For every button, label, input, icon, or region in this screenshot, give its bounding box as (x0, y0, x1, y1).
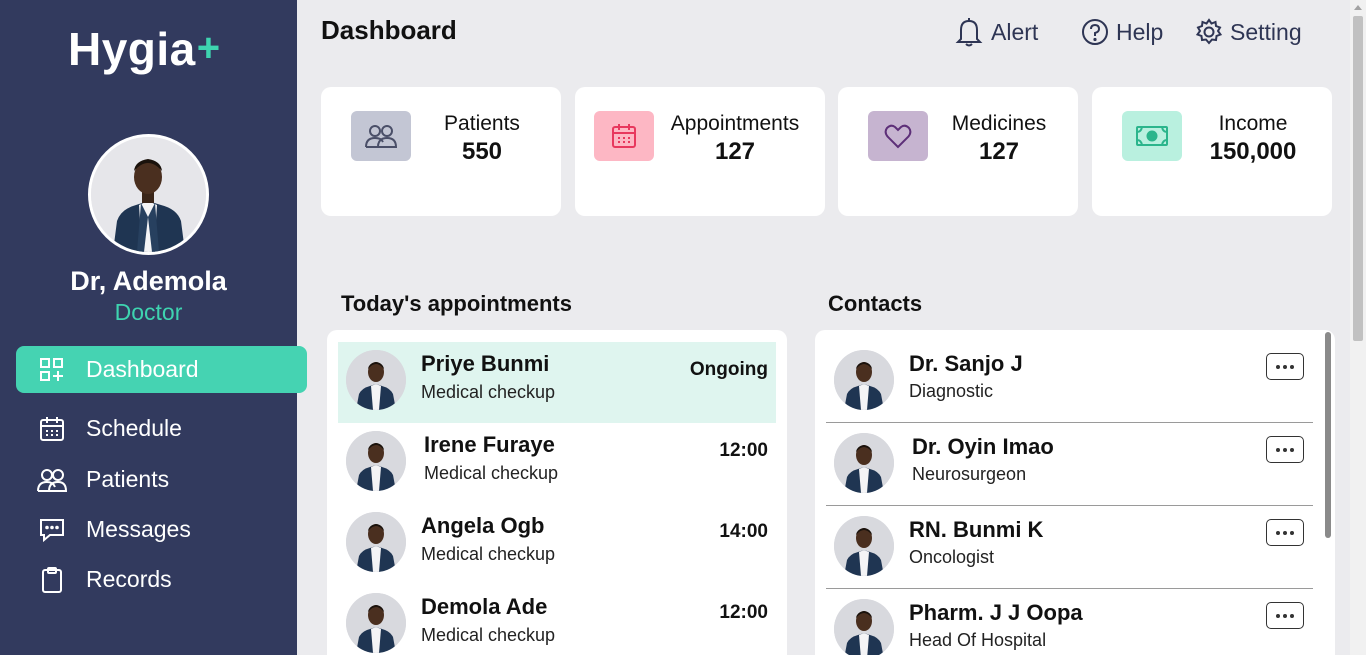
stat-card-appointments[interactable]: Appointments 127 (575, 87, 825, 216)
help-label: Help (1116, 18, 1164, 45)
sidebar: Hygia+ Dr, Ademola Doctor Dashboard Sche… (0, 0, 307, 655)
stat-value: 127 (714, 138, 756, 165)
appointment-type: Medical checkup (421, 382, 556, 402)
more-options-button[interactable] (1266, 353, 1304, 380)
nav-item-dashboard[interactable]: Dashboard (16, 346, 307, 393)
stat-value: 150,000 (1209, 138, 1297, 165)
scroll-up-arrow-icon[interactable] (1354, 5, 1362, 10)
setting-button[interactable]: Setting (1195, 14, 1302, 50)
patient-name: Angela Ogb (421, 513, 545, 538)
appointment-time: 14:00 (719, 521, 768, 542)
nav-label: Schedule (86, 415, 182, 441)
person-photo (91, 137, 206, 252)
avatar (346, 431, 406, 491)
nav-item-patients[interactable]: Patients (16, 456, 307, 503)
appointment-item[interactable]: Angela Ogb Medical checkup 14:00 (338, 504, 776, 585)
dashboard-icon (34, 355, 70, 385)
contact-role: Head Of Hospital (909, 630, 1047, 650)
patient-name: Irene Furaye (424, 432, 555, 457)
contacts-panel: Dr. Sanjo J Diagnostic Dr. Oyin Imao Neu… (815, 330, 1335, 655)
contact-role: Oncologist (909, 547, 995, 567)
scrollbar-thumb[interactable] (1325, 332, 1331, 538)
stat-card-income[interactable]: Income 150,000 (1092, 87, 1332, 216)
cash-icon (1122, 111, 1182, 161)
nav-label: Patients (86, 466, 170, 492)
contact-item[interactable]: RN. Bunmi K Oncologist (826, 506, 1313, 589)
appointment-status: Ongoing (689, 359, 768, 380)
user-name: Dr, Ademola (70, 266, 227, 296)
avatar (346, 512, 406, 572)
users-icon (34, 465, 70, 495)
contact-item[interactable]: Dr. Sanjo J Diagnostic (826, 340, 1313, 423)
appointment-item[interactable]: Irene Furaye Medical checkup 12:00 (338, 423, 776, 504)
contact-name: Pharm. J J Oopa (909, 600, 1083, 625)
avatar (346, 350, 406, 410)
appointment-time: 12:00 (719, 440, 768, 461)
bell-icon (955, 18, 983, 47)
contact-role: Neurosurgeon (912, 464, 1027, 484)
page-scrollbar[interactable] (1350, 0, 1366, 655)
alert-button[interactable]: Alert (954, 14, 1038, 50)
nav-label: Messages (86, 516, 191, 542)
stat-label: Patients (444, 112, 520, 135)
stat-label: Medicines (951, 112, 1047, 135)
avatar (834, 433, 894, 493)
appointments-title: Today's appointments (341, 291, 572, 316)
nav-label: Dashboard (86, 356, 199, 382)
appointment-item[interactable]: Priye Bunmi Medical checkup Ongoing (338, 342, 776, 423)
nav-item-records[interactable]: Records (16, 556, 307, 603)
stat-label: Appointments (670, 112, 800, 135)
appointment-time: 12:00 (719, 602, 768, 623)
avatar (834, 350, 894, 410)
stat-value: 127 (978, 138, 1020, 165)
more-options-button[interactable] (1266, 436, 1304, 463)
nav-item-messages[interactable]: Messages (16, 506, 307, 553)
contact-name: RN. Bunmi K (909, 517, 1044, 542)
more-options-button[interactable] (1266, 519, 1304, 546)
contacts-scrollbar[interactable] (1323, 330, 1333, 655)
contact-name: Dr. Oyin Imao (912, 434, 1054, 459)
contact-item[interactable]: Pharm. J J Oopa Head Of Hospital (826, 589, 1313, 655)
patient-name: Priye Bunmi (421, 351, 550, 376)
calendar-icon (594, 111, 654, 161)
brand-plus: + (196, 26, 221, 70)
more-options-button[interactable] (1266, 602, 1304, 629)
avatar (834, 599, 894, 655)
appointment-type: Medical checkup (421, 625, 556, 645)
user-role: Doctor (114, 299, 183, 325)
avatar (346, 593, 406, 653)
alert-label: Alert (991, 18, 1039, 45)
help-button[interactable]: Help (1081, 14, 1163, 50)
clipboard-icon (34, 565, 70, 595)
message-icon (34, 515, 70, 545)
users-icon (351, 111, 411, 161)
calendar-icon (34, 414, 70, 444)
nav-item-schedule[interactable]: Schedule (16, 405, 307, 452)
stat-label: Income (1218, 112, 1288, 135)
contacts-title: Contacts (828, 291, 923, 316)
appointment-item[interactable]: Demola Ade Medical checkup 12:00 (338, 585, 776, 655)
appointment-type: Medical checkup (421, 544, 556, 564)
stat-card-medicines[interactable]: Medicines 127 (838, 87, 1078, 216)
heart-icon (868, 111, 928, 161)
appointments-panel: Priye Bunmi Medical checkup Ongoing Iren… (327, 330, 787, 655)
stat-card-patients[interactable]: Patients 550 (321, 87, 561, 216)
patient-name: Demola Ade (421, 594, 548, 619)
brand-name: Hygia (68, 23, 196, 75)
contact-item[interactable]: Dr. Oyin Imao Neurosurgeon (826, 423, 1313, 506)
avatar[interactable] (88, 134, 209, 255)
help-icon (1082, 19, 1108, 45)
page-scrollbar-thumb[interactable] (1353, 16, 1363, 341)
contact-role: Diagnostic (909, 381, 994, 401)
brand-logo[interactable]: Hygia+ (68, 22, 221, 76)
gear-icon (1195, 18, 1223, 45)
contact-name: Dr. Sanjo J (909, 351, 1023, 376)
nav-label: Records (86, 566, 172, 592)
avatar (834, 516, 894, 576)
page-title: Dashboard (321, 15, 457, 45)
setting-label: Setting (1230, 18, 1302, 45)
stat-value: 550 (461, 138, 503, 165)
appointment-type: Medical checkup (424, 463, 559, 483)
